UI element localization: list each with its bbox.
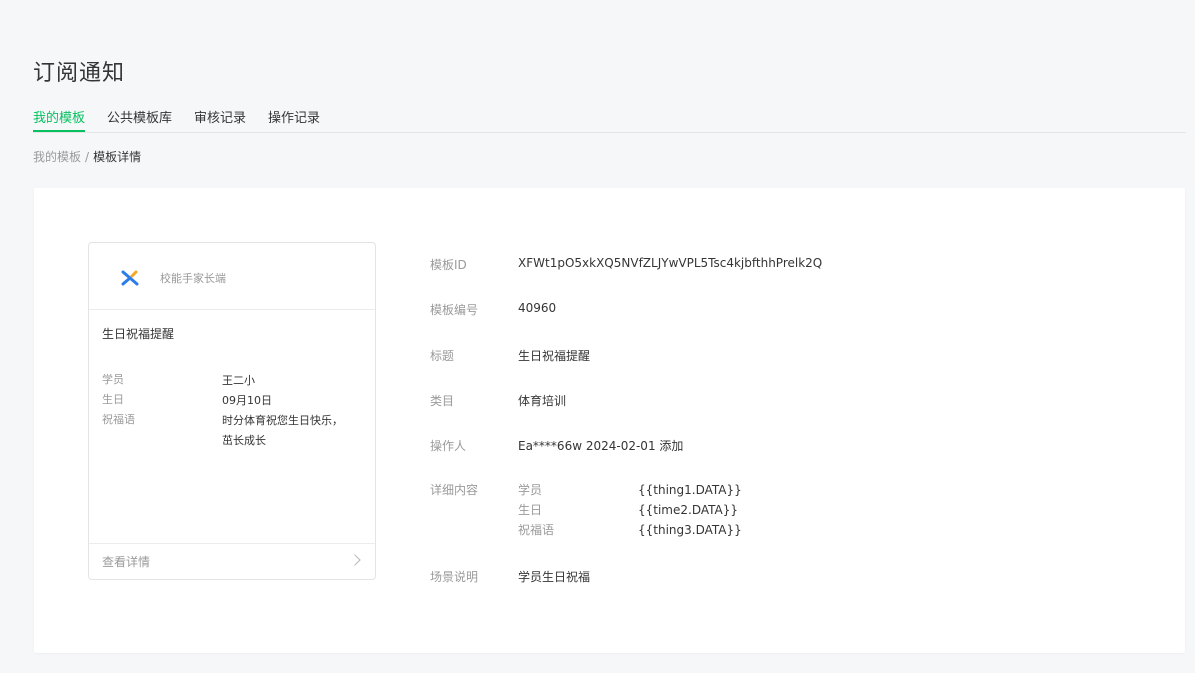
card-field-label: 学员 xyxy=(102,373,124,386)
content-field-label: 学员 xyxy=(518,483,543,497)
tab-operation-records[interactable]: 操作记录 xyxy=(268,105,320,129)
card-field-label: 祝福语 xyxy=(102,413,135,426)
content-field: 祝福语 {{thing3.DATA}} xyxy=(518,520,742,540)
content-field-value: {{time2.DATA}} xyxy=(638,503,739,517)
content-fields: 学员 {{thing1.DATA}} 生日 {{time2.DATA}} 祝福语… xyxy=(518,480,742,540)
breadcrumb-current: 模板详情 xyxy=(93,150,142,164)
detail-label: 场景说明 xyxy=(430,570,479,584)
breadcrumb-separator: / xyxy=(85,150,90,164)
view-details-link[interactable]: 查看详情 xyxy=(89,543,375,579)
detail-label: 模板编号 xyxy=(430,303,479,317)
template-id-value: XFWt1pO5xkXQ5NVfZLJYwVPL5Tsc4kjbfthhPrel… xyxy=(518,256,823,270)
template-preview-card: 校能手家长端 生日祝福提醒 学员 王二小 生日 09月10日 祝福语 时分体育祝… xyxy=(88,242,376,580)
view-details-label: 查看详情 xyxy=(102,555,151,569)
category-value: 体育培训 xyxy=(518,394,567,408)
detail-row-template-id: 模板ID XFWt1pO5xkXQ5NVfZLJYwVPL5Tsc4kjbfth… xyxy=(430,256,822,273)
detail-label: 操作人 xyxy=(430,439,467,453)
card-field: 祝福语 时分体育祝您生日快乐，茁长成长 xyxy=(102,411,362,451)
tab-public-library[interactable]: 公共模板库 xyxy=(107,105,172,129)
breadcrumb: 我的模板 / 模板详情 xyxy=(33,148,141,165)
card-field: 学员 王二小 xyxy=(102,371,362,391)
chevron-right-icon xyxy=(349,554,361,566)
card-field-label: 生日 xyxy=(102,393,124,406)
detail-label: 模板ID xyxy=(430,258,467,272)
card-title: 生日祝福提醒 xyxy=(102,327,175,341)
card-fields: 学员 王二小 生日 09月10日 祝福语 时分体育祝您生日快乐，茁长成长 xyxy=(102,371,362,451)
detail-row-template-number: 模板编号 40960 xyxy=(430,301,556,318)
tab-my-templates[interactable]: 我的模板 xyxy=(33,105,86,132)
detail-row-scene: 场景说明 学员生日祝福 xyxy=(430,568,590,585)
content-field-label: 祝福语 xyxy=(518,523,555,537)
detail-panel: 校能手家长端 生日祝福提醒 学员 王二小 生日 09月10日 祝福语 时分体育祝… xyxy=(34,188,1185,653)
app-logo-icon xyxy=(119,267,141,289)
content-field-value: {{thing3.DATA}} xyxy=(638,523,742,537)
detail-label: 标题 xyxy=(430,349,455,363)
detail-row-content: 详细内容 学员 {{thing1.DATA}} 生日 {{time2.DATA}… xyxy=(430,480,742,540)
template-number-value: 40960 xyxy=(518,301,557,315)
detail-row-category: 类目 体育培训 xyxy=(430,392,566,409)
detail-label: 类目 xyxy=(430,394,455,408)
card-field: 生日 09月10日 xyxy=(102,391,362,411)
page-title: 订阅通知 xyxy=(33,61,126,86)
tab-review-records[interactable]: 审核记录 xyxy=(194,105,246,129)
detail-row-operator: 操作人 Ea****66w 2024-02-01 添加 xyxy=(430,437,683,454)
content-field: 学员 {{thing1.DATA}} xyxy=(518,480,742,500)
page: 订阅通知 我的模板 公共模板库 审核记录 操作记录 我的模板 / 模板详情 校能手家… xyxy=(0,0,1195,673)
card-header: 校能手家长端 xyxy=(89,243,375,310)
card-field-value: 王二小 xyxy=(222,374,255,387)
tab-bar: 我的模板 公共模板库 审核记录 操作记录 xyxy=(33,105,1186,133)
scene-value: 学员生日祝福 xyxy=(518,570,591,584)
title-value: 生日祝福提醒 xyxy=(518,349,591,363)
app-name: 校能手家长端 xyxy=(160,272,226,285)
card-field-value: 时分体育祝您生日快乐，茁长成长 xyxy=(222,414,343,447)
content-field: 生日 {{time2.DATA}} xyxy=(518,500,742,520)
operator-value: Ea****66w 2024-02-01 添加 xyxy=(518,439,684,453)
card-field-value: 09月10日 xyxy=(222,394,272,407)
content-field-value: {{thing1.DATA}} xyxy=(638,483,742,497)
content-field-label: 生日 xyxy=(518,503,543,517)
detail-label: 详细内容 xyxy=(430,483,479,497)
breadcrumb-parent[interactable]: 我的模板 xyxy=(33,150,81,164)
detail-row-title: 标题 生日祝福提醒 xyxy=(430,347,590,364)
